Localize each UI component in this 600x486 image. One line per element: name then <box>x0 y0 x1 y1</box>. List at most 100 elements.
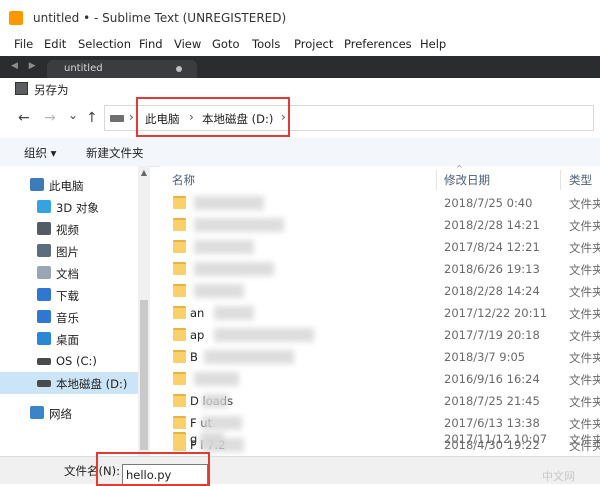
music-icon <box>37 310 51 323</box>
blurred-name <box>194 372 239 386</box>
drive-icon <box>110 115 124 122</box>
new-folder-button[interactable]: 新建文件夹 <box>86 145 144 161</box>
blurred-name <box>214 306 254 320</box>
file-type: 文件夹 <box>569 373 600 387</box>
folder-icon <box>173 394 186 407</box>
download-icon <box>37 288 51 301</box>
blurred-name <box>194 218 284 232</box>
column-header-name[interactable]: 名称 <box>172 172 195 188</box>
dialog-title: 另存为 <box>34 83 69 97</box>
file-row[interactable]: an 2017/12/22 20:11 文件夹 <box>160 302 600 324</box>
nav-item-local-disk-d[interactable]: 本地磁盘 (D:) <box>0 372 150 394</box>
file-row[interactable]: B 2018/3/7 9:05 文件夹 <box>160 346 600 368</box>
nav-item-network[interactable]: 网络 <box>0 402 150 424</box>
file-type: 文件夹 <box>569 197 600 211</box>
menu-tools[interactable]: Tools <box>252 37 280 51</box>
menu-project[interactable]: Project <box>294 37 333 51</box>
file-date: 2017/12/22 20:11 <box>444 306 548 320</box>
nav-item-3d-objects[interactable]: 3D 对象 <box>0 196 150 218</box>
blurred-name <box>200 432 224 446</box>
column-header-type[interactable]: 类型 <box>569 172 592 188</box>
file-date: 2017/11/12 10:07 <box>444 432 548 446</box>
menu-view[interactable]: View <box>174 37 201 51</box>
tab-label: untitled <box>64 63 103 74</box>
menu-help[interactable]: Help <box>420 37 446 51</box>
file-row[interactable]: 2017/8/24 12:21 文件夹 <box>160 236 600 258</box>
file-row[interactable]: ap 2017/7/19 20:18 文件夹 <box>160 324 600 346</box>
menu-bar: File Edit Selection Find View Goto Tools… <box>0 32 600 56</box>
nav-pane-scroll-thumb[interactable] <box>140 300 148 450</box>
nav-item-os-c[interactable]: OS (C:) <box>0 350 150 372</box>
file-date: 2018/2/28 14:21 <box>444 218 540 232</box>
file-date: 2017/7/19 20:18 <box>444 328 540 342</box>
computer-icon <box>30 178 44 191</box>
menu-preferences[interactable]: Preferences <box>344 37 412 51</box>
nav-item-music[interactable]: 音乐 <box>0 306 150 328</box>
forward-arrow-icon[interactable]: → <box>44 110 56 126</box>
file-row[interactable]: 2018/2/28 14:21 文件夹 <box>160 214 600 236</box>
column-headers: ^ 名称 修改日期 类型 <box>160 164 600 192</box>
file-name: an <box>190 306 205 320</box>
column-divider[interactable] <box>436 170 437 190</box>
sublime-app-icon <box>9 11 23 25</box>
folder-icon <box>173 240 186 253</box>
desktop-icon <box>37 332 51 345</box>
nav-item-label: 文档 <box>56 267 79 281</box>
file-row[interactable]: g 2017/11/12 10:07 文件夹 <box>160 428 600 450</box>
unsaved-dot-icon[interactable] <box>176 66 182 72</box>
editor-tab-bar: ◀ ▶ untitled <box>0 56 600 78</box>
file-row[interactable]: 2018/2/28 14:24 文件夹 <box>160 280 600 302</box>
blurred-name <box>204 350 294 364</box>
folder-icon <box>173 306 186 319</box>
file-name: g <box>190 432 198 446</box>
column-divider[interactable] <box>560 170 561 190</box>
column-header-date[interactable]: 修改日期 <box>444 172 490 188</box>
scroll-up-arrow-icon[interactable]: ▲ <box>138 168 150 177</box>
nav-item-pictures[interactable]: 图片 <box>0 240 150 262</box>
nav-item-label: 网络 <box>49 407 72 421</box>
file-type: 文件夹 <box>569 351 600 365</box>
window-titlebar: untitled • - Sublime Text (UNREGISTERED) <box>0 0 600 32</box>
breadcrumb-separator: › <box>129 110 134 124</box>
organize-button[interactable]: 组织 ▾ <box>24 145 56 161</box>
blurred-name <box>194 284 244 298</box>
file-date: 2016/9/16 16:24 <box>444 372 540 386</box>
up-arrow-icon[interactable]: ↑ <box>86 110 98 126</box>
folder-icon <box>173 372 186 385</box>
file-row[interactable]: 2018/7/25 0:40 文件夹 <box>160 192 600 214</box>
file-type: 文件夹 <box>569 395 600 409</box>
menu-edit[interactable]: Edit <box>44 37 66 51</box>
image-icon <box>37 244 51 257</box>
file-type: 文件夹 <box>569 433 600 447</box>
nav-item-videos[interactable]: 视频 <box>0 218 150 240</box>
os-drive-icon <box>37 358 51 365</box>
file-date: 2018/6/26 19:13 <box>444 262 540 276</box>
nav-item-downloads[interactable]: 下载 <box>0 284 150 306</box>
network-icon <box>30 406 44 419</box>
nav-item-label: 此电脑 <box>49 179 84 193</box>
address-highlight-box <box>136 97 290 137</box>
blurred-name <box>202 394 228 408</box>
file-row[interactable]: 2018/6/26 19:13 文件夹 <box>160 258 600 280</box>
nav-item-desktop[interactable]: 桌面 <box>0 328 150 350</box>
tab-scroll-arrows-icon[interactable]: ◀ ▶ <box>11 61 40 71</box>
file-type: 文件夹 <box>569 263 600 277</box>
back-arrow-icon[interactable]: ← <box>18 110 30 126</box>
file-type: 文件夹 <box>569 307 600 321</box>
menu-selection[interactable]: Selection <box>78 37 131 51</box>
nav-item-documents[interactable]: 文档 <box>0 262 150 284</box>
file-row[interactable]: 2016/9/16 16:24 文件夹 <box>160 368 600 390</box>
menu-goto[interactable]: Goto <box>212 37 240 51</box>
nav-item-this-pc[interactable]: 此电脑 <box>0 174 150 196</box>
file-date: 2018/2/28 14:24 <box>444 284 540 298</box>
menu-find[interactable]: Find <box>139 37 163 51</box>
folder-icon <box>173 432 186 445</box>
nav-item-label: 下载 <box>56 289 79 303</box>
recent-locations-chevron-icon[interactable]: ⌄ <box>68 108 78 122</box>
menu-file[interactable]: File <box>14 37 33 51</box>
tab-untitled[interactable]: untitled <box>47 60 197 78</box>
nav-item-label: 视频 <box>56 223 79 237</box>
nav-item-label: 图片 <box>56 245 79 259</box>
nav-item-label: OS (C:) <box>56 354 97 368</box>
file-row[interactable]: D loads 2018/7/25 21:45 文件夹 <box>160 390 600 412</box>
